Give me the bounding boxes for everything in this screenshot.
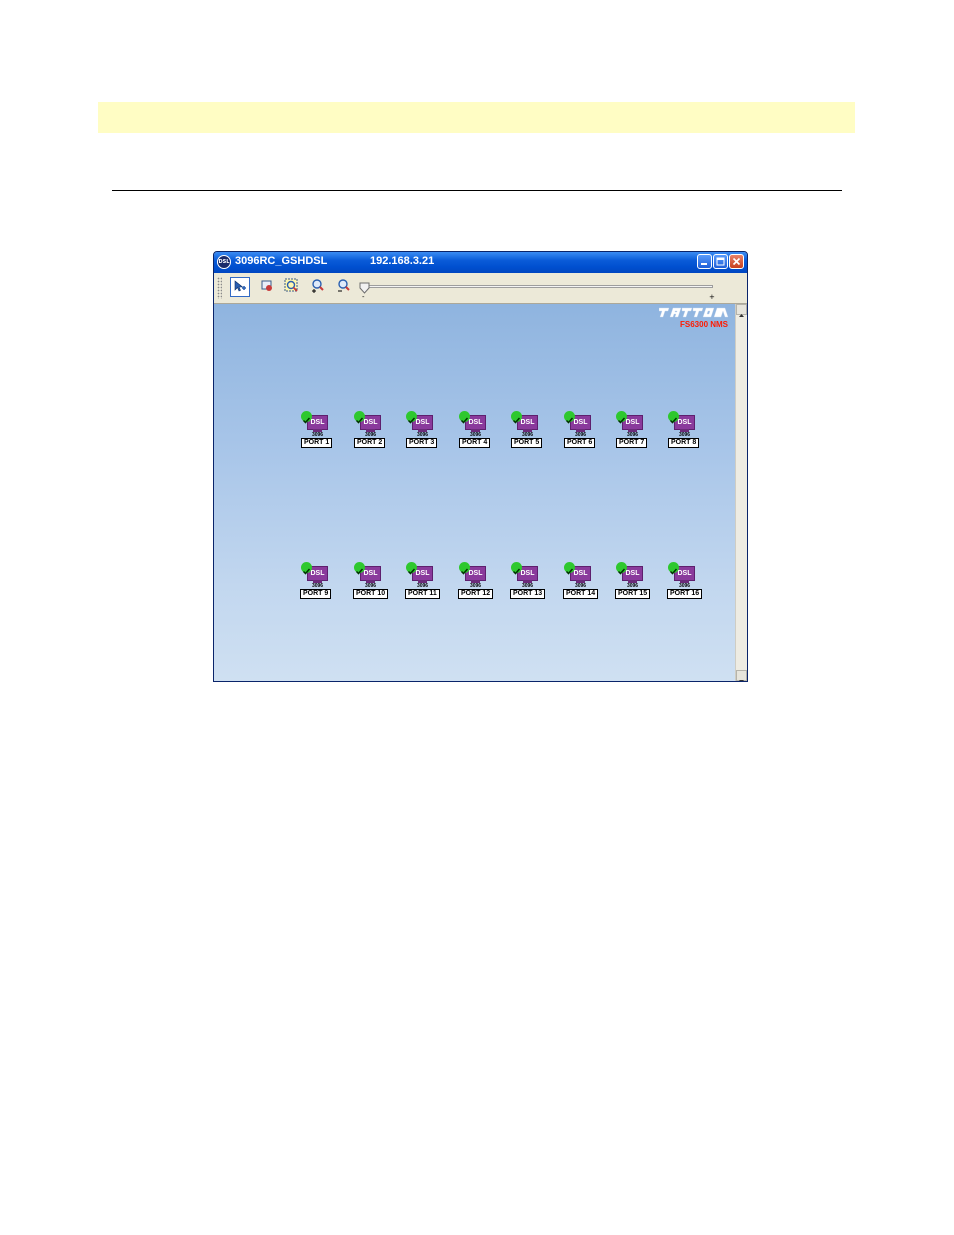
maximize-button[interactable] (713, 254, 728, 269)
port-label: PORT 2 (354, 438, 386, 448)
title-bar[interactable]: DSL 3096RC_GSHDSL 192.168.3.21 (214, 252, 747, 273)
minimize-button[interactable] (697, 254, 712, 269)
port-node[interactable]: DSL 3096 PORT 12 (458, 562, 495, 599)
dsl-app-icon[interactable]: DSL (217, 255, 231, 269)
status-ok-icon (301, 562, 312, 575)
select-tool-button[interactable] (230, 277, 250, 297)
status-ok-icon (459, 411, 470, 424)
patton-logo (659, 307, 729, 318)
port-node[interactable]: DSL 3096 PORT 15 (615, 562, 652, 599)
port-label: PORT 9 (300, 589, 332, 599)
port-label: PORT 5 (511, 438, 543, 448)
status-ok-icon (668, 562, 679, 575)
status-ok-icon (354, 411, 365, 424)
port-node[interactable]: DSL 3096 PORT 3 (406, 411, 442, 448)
zoom-slider-max-label: + (709, 293, 715, 301)
port-label: PORT 6 (564, 438, 596, 448)
port-node[interactable]: DSL 3096 PORT 2 (354, 411, 390, 448)
status-ok-icon (616, 411, 627, 424)
app-window: DSL 3096RC_GSHDSL 192.168.3.21 - + FS630… (213, 251, 748, 682)
status-ok-icon (511, 411, 522, 424)
status-ok-icon (406, 411, 417, 424)
port-label: PORT 4 (459, 438, 491, 448)
port-node[interactable]: DSL 3096 PORT 10 (353, 562, 390, 599)
highlight-band (98, 102, 855, 133)
port-label: PORT 8 (668, 438, 700, 448)
port-label: PORT 14 (563, 589, 599, 599)
port-node[interactable]: DSL 3096 PORT 13 (510, 562, 547, 599)
status-ok-icon (668, 411, 679, 424)
status-ok-icon (459, 562, 470, 575)
maximize-icon (716, 257, 725, 266)
close-icon (732, 257, 741, 266)
port-node[interactable]: DSL 3096 PORT 9 (300, 562, 337, 599)
zoom-in-button[interactable] (309, 277, 329, 297)
port-label: PORT 7 (616, 438, 648, 448)
vertical-scrollbar[interactable] (735, 304, 747, 681)
port-label: PORT 11 (405, 589, 440, 599)
scroll-up-button[interactable] (736, 304, 747, 317)
status-ok-icon (564, 411, 575, 424)
fit-window-icon (261, 280, 272, 291)
zoom-in-icon (312, 279, 324, 293)
port-node[interactable]: DSL 3096 PORT 11 (405, 562, 442, 599)
port-label: PORT 1 (301, 438, 333, 448)
scroll-down-button[interactable] (736, 670, 747, 681)
port-node[interactable]: DSL 3096 PORT 6 (564, 411, 600, 448)
port-label: PORT 10 (353, 589, 389, 599)
zoom-slider-track[interactable] (364, 285, 713, 288)
horizontal-rule (112, 190, 842, 191)
status-ok-icon (354, 562, 365, 575)
chevron-up-icon (739, 314, 744, 317)
minimize-icon (701, 263, 707, 265)
status-ok-icon (564, 562, 575, 575)
network-map-canvas[interactable]: FS6300 NMS DSL 3096 PORT 1 DSL 3096 PORT 2 DSL… (214, 304, 735, 681)
toolbar: - + (214, 273, 747, 304)
port-node[interactable]: DSL 3096 PORT 16 (667, 562, 704, 599)
status-ok-icon (511, 562, 522, 575)
status-ok-icon (616, 562, 627, 575)
window-ip-address: 192.168.3.21 (370, 255, 435, 267)
port-node[interactable]: DSL 3096 PORT 8 (668, 411, 704, 448)
port-label: PORT 13 (510, 589, 546, 599)
port-node[interactable]: DSL 3096 PORT 5 (511, 411, 547, 448)
port-label: PORT 15 (615, 589, 651, 599)
port-node[interactable]: DSL 3096 PORT 7 (616, 411, 652, 448)
product-subtitle: FS6300 NMS (680, 320, 729, 329)
close-button[interactable] (729, 254, 744, 269)
zoom-area-button[interactable] (283, 277, 303, 297)
zoom-area-icon (284, 278, 298, 292)
status-ok-icon (406, 562, 417, 575)
select-pointer-icon (234, 280, 246, 292)
status-ok-icon (301, 411, 312, 424)
port-label: PORT 16 (667, 589, 703, 599)
port-label: PORT 3 (406, 438, 438, 448)
chevron-down-icon (739, 680, 744, 681)
fit-window-button[interactable] (258, 277, 278, 297)
port-label: PORT 12 (458, 589, 494, 599)
zoom-out-button[interactable] (335, 277, 355, 297)
window-title: 3096RC_GSHDSL (235, 255, 328, 267)
zoom-slider-min-label: - (362, 293, 365, 301)
toolbar-grip[interactable] (217, 277, 222, 299)
port-node[interactable]: DSL 3096 PORT 4 (459, 411, 495, 448)
zoom-out-icon (338, 279, 350, 292)
port-node[interactable]: DSL 3096 PORT 14 (563, 562, 600, 599)
port-node[interactable]: DSL 3096 PORT 1 (301, 411, 337, 448)
